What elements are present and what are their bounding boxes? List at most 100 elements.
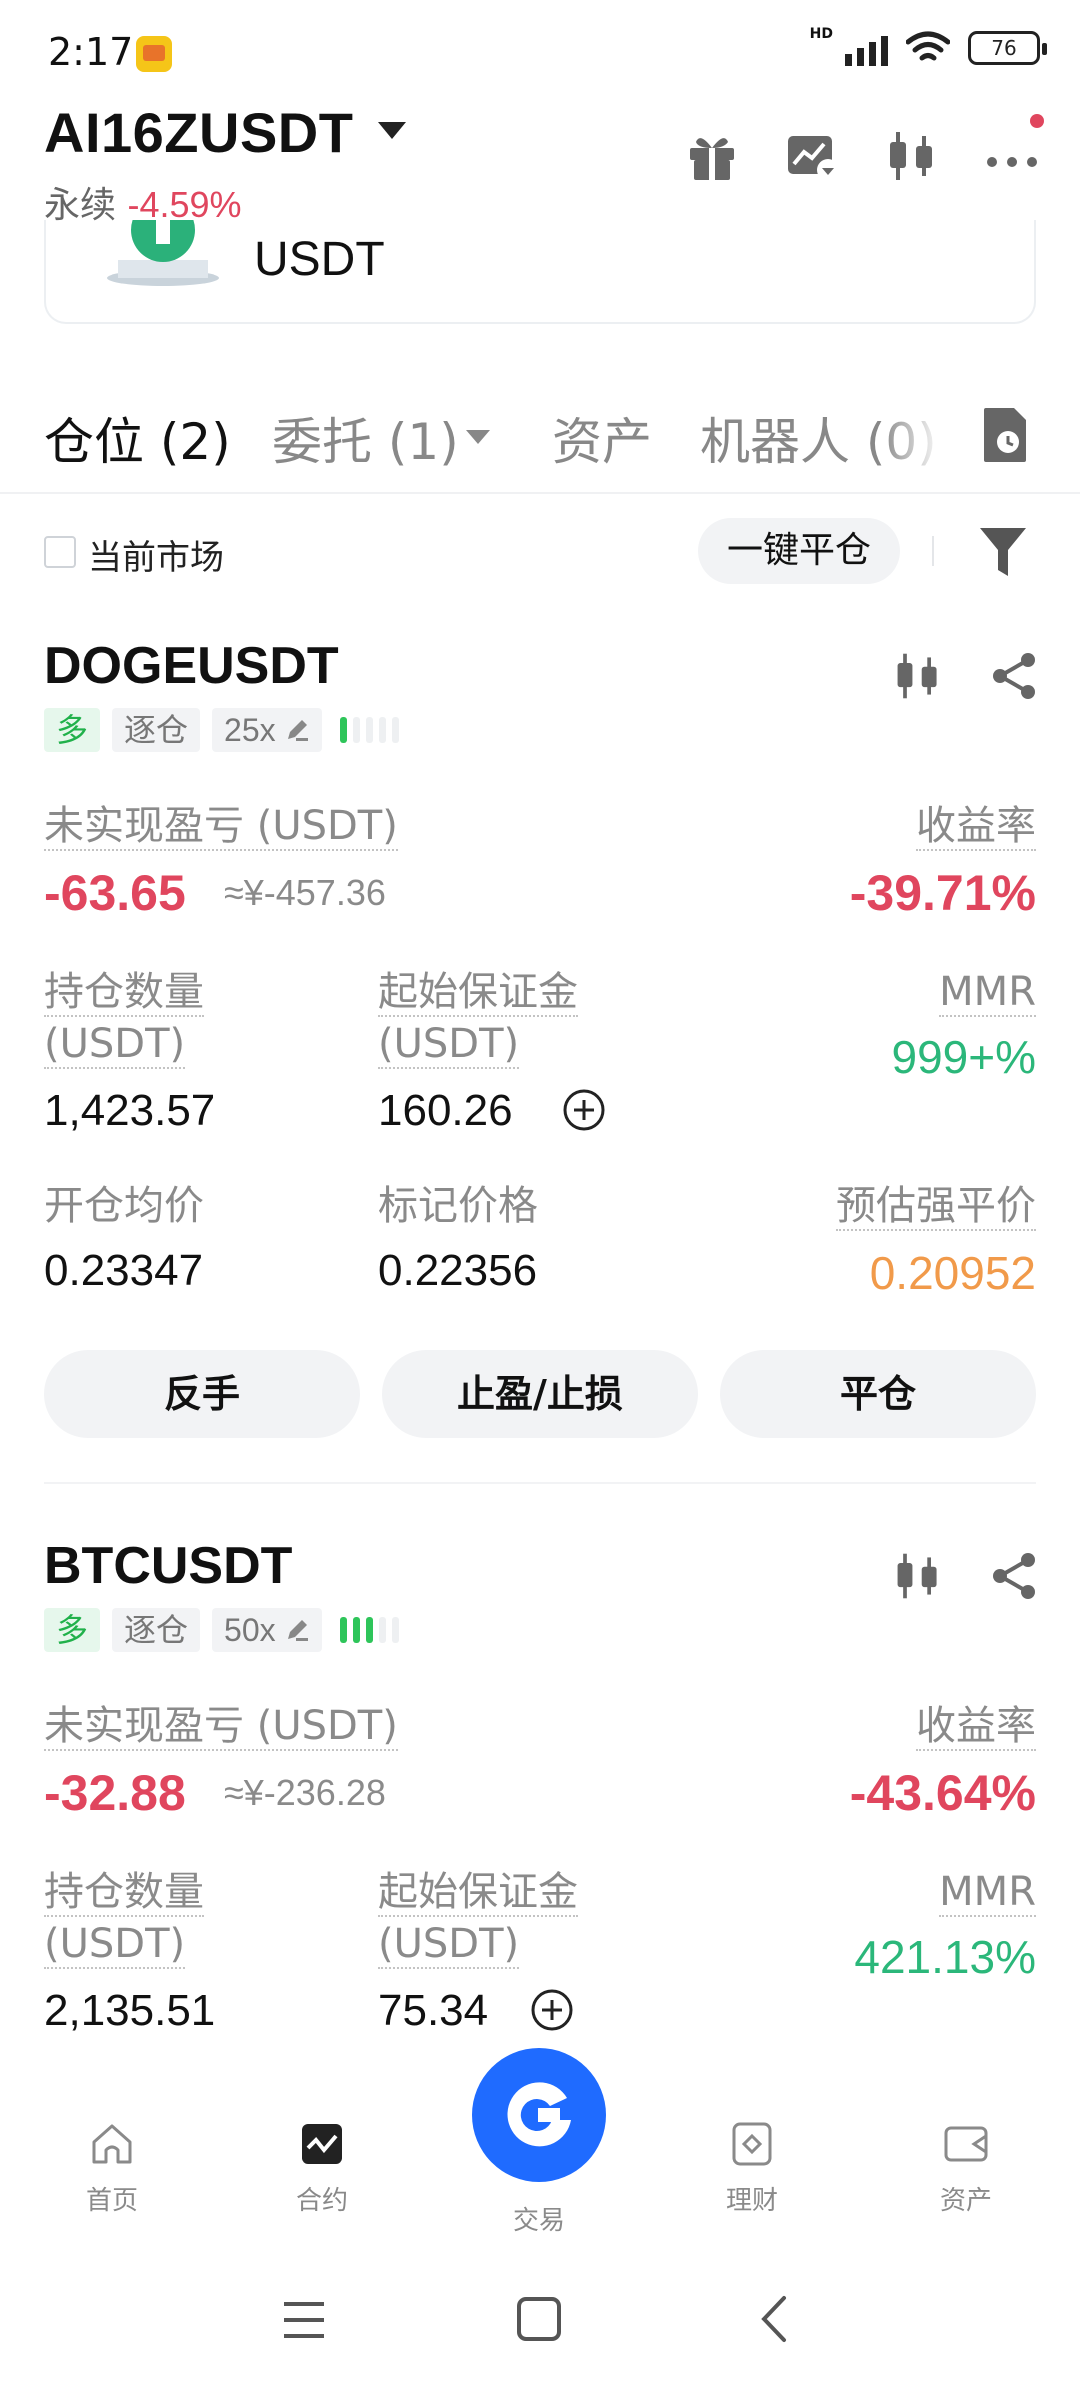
liq-price-label[interactable]: 预估强平价	[836, 1180, 1036, 1232]
wallet-icon	[944, 2126, 988, 2162]
pair-dropdown-icon[interactable]	[378, 122, 406, 139]
candlestick-icon[interactable]	[892, 650, 944, 702]
orders-dropdown-icon[interactable]	[466, 430, 490, 444]
tab-assets[interactable]: 资产	[552, 402, 652, 474]
reverse-button[interactable]: 反手	[44, 1350, 360, 1438]
back-icon[interactable]	[756, 2294, 790, 2344]
pair-title[interactable]: AI16ZUSDT	[44, 100, 353, 165]
upnl-label[interactable]: 未实现盈亏 (USDT)	[44, 1700, 398, 1752]
mmr-value: 999+%	[891, 1031, 1036, 1083]
tab-orders[interactable]: 委托 (1)	[272, 402, 459, 474]
nav-futures-label: 合约	[295, 2186, 348, 2216]
upnl-value: -32.88	[44, 1765, 186, 1821]
candlestick-icon[interactable]	[892, 1550, 944, 1602]
edit-icon[interactable]	[284, 717, 310, 743]
position-symbol[interactable]: BTCUSDT	[44, 1536, 292, 1596]
wifi-icon	[906, 31, 950, 61]
qty-value: 2,135.51	[44, 1986, 216, 2035]
roe-value: -43.64%	[849, 1765, 1036, 1821]
home-icon	[92, 2124, 132, 2164]
signal-icon	[845, 30, 888, 66]
nav-assets[interactable]: 资产	[906, 2120, 1026, 2217]
leverage-value: 50x	[224, 1612, 276, 1648]
nav-home-label: 首页	[85, 2186, 138, 2216]
side-tag: 多	[44, 1608, 101, 1652]
share-icon[interactable]	[988, 1550, 1040, 1602]
card-divider	[44, 1482, 1036, 1484]
position-tags: 多 逐仓 50x	[44, 1608, 399, 1652]
system-nav-bar	[0, 2240, 1080, 2400]
trade-logo-icon	[507, 2082, 571, 2147]
status-bar: 2:17 HD 76	[0, 0, 1080, 100]
nav-futures[interactable]: 合约	[262, 2120, 382, 2217]
upnl-label[interactable]: 未实现盈亏 (USDT)	[44, 800, 398, 852]
leverage-tag[interactable]: 25x	[212, 708, 322, 752]
trade-button[interactable]	[472, 2048, 606, 2182]
status-time: 2:17	[48, 30, 134, 74]
add-margin-icon[interactable]	[530, 1988, 574, 2032]
liq-price-value: 0.20952	[869, 1247, 1036, 1299]
position-card: DOGEUSDT 多 逐仓 25x 未实现盈亏 (USDT) 收益率 -63.6…	[0, 636, 1080, 1456]
nav-home[interactable]: 首页	[52, 2120, 172, 2217]
adl-indicator	[339, 1617, 399, 1643]
margin-mode-tag: 逐仓	[112, 1608, 201, 1652]
tpsl-button[interactable]: 止盈/止损	[382, 1350, 698, 1438]
qty-label[interactable]: 持仓数量 (USDT)	[44, 1866, 204, 1970]
edit-icon[interactable]	[284, 1617, 310, 1643]
status-icons: HD 76	[810, 26, 1047, 66]
home-square-icon[interactable]	[516, 2296, 562, 2342]
share-icon[interactable]	[988, 650, 1040, 702]
close-all-button[interactable]: 一键平仓	[698, 518, 900, 584]
tab-fade	[880, 394, 970, 484]
nav-trade-label[interactable]: 交易	[472, 2200, 606, 2237]
position-buttons: 反手 止盈/止损 平仓	[0, 1350, 1080, 1438]
initial-margin-value: 160.26	[378, 1086, 513, 1135]
futures-icon	[302, 2124, 342, 2164]
nav-assets-label: 资产	[939, 2186, 992, 2216]
initial-margin-label[interactable]: 起始保证金 (USDT)	[378, 1866, 578, 1970]
initial-margin-value: 75.34	[378, 1986, 489, 2035]
nav-earn-label: 理财	[725, 2186, 778, 2216]
qty-label[interactable]: 持仓数量 (USDT)	[44, 966, 204, 1070]
initial-margin-label[interactable]: 起始保证金 (USDT)	[378, 966, 578, 1070]
position-actions	[892, 1550, 1040, 1602]
position-actions	[892, 650, 1040, 702]
filter-row: 当前市场 一键平仓	[0, 500, 1080, 600]
qty-value: 1,423.57	[44, 1086, 216, 1135]
mark-price-value: 0.22356	[378, 1246, 538, 1295]
position-card: BTCUSDT 多 逐仓 50x 未实现盈亏 (USDT) 收益率 -32.88…	[0, 1536, 1080, 2056]
filter-icon[interactable]	[978, 524, 1028, 580]
menu-icon[interactable]	[282, 2298, 326, 2342]
roe-label[interactable]: 收益率	[916, 1700, 1036, 1752]
entry-price-value: 0.23347	[44, 1246, 204, 1295]
battery-icon: 76	[968, 31, 1047, 65]
position-tags: 多 逐仓 25x	[44, 708, 399, 752]
upnl-value: -63.65	[44, 865, 186, 921]
history-doc-icon[interactable]	[980, 406, 1030, 464]
roe-label[interactable]: 收益率	[916, 800, 1036, 852]
usdt-coin-icon	[107, 220, 219, 286]
gift-icon[interactable]	[684, 128, 740, 184]
leverage-tag[interactable]: 50x	[212, 1608, 322, 1652]
close-position-button[interactable]: 平仓	[720, 1350, 1036, 1438]
chart-alert-icon[interactable]	[784, 128, 840, 184]
more-icon[interactable]	[984, 114, 1044, 184]
tab-positions[interactable]: 仓位 (2)	[44, 402, 231, 474]
nav-earn[interactable]: 理财	[692, 2120, 812, 2217]
header-actions	[684, 114, 1044, 184]
promo-banner[interactable]: USDT	[44, 220, 1036, 324]
mail-notification-icon	[136, 36, 172, 72]
mmr-label[interactable]: MMR	[939, 1866, 1036, 1918]
current-market-checkbox[interactable]	[44, 536, 76, 568]
mmr-label[interactable]: MMR	[939, 966, 1036, 1018]
bottom-nav: 首页 合约 交易 理财 资产	[0, 2048, 1080, 2240]
add-margin-icon[interactable]	[562, 1088, 606, 1132]
current-market-label[interactable]: 当前市场	[88, 530, 224, 579]
price-change: -4.59%	[127, 184, 242, 225]
entry-price-label: 开仓均价	[44, 1183, 204, 1229]
earn-icon	[732, 2122, 772, 2166]
upnl-cny: ≈¥-457.36	[224, 872, 386, 913]
position-symbol[interactable]: DOGEUSDT	[44, 636, 339, 696]
candlestick-icon[interactable]	[884, 128, 940, 184]
position-tabs: 仓位 (2) 委托 (1) 资产 机器人 (0)	[0, 384, 1080, 494]
